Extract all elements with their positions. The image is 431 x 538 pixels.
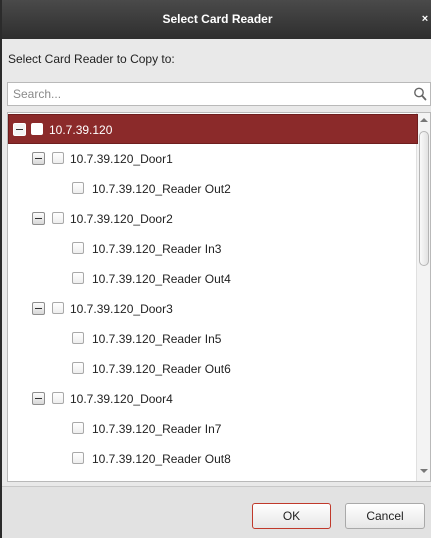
copy-to-prompt: Select Card Reader to Copy to:: [8, 52, 175, 66]
tree-node-label: 10.7.39.120_Reader Out2: [92, 182, 231, 196]
tree-node-checkbox[interactable]: [72, 332, 84, 344]
collapse-toggle-icon[interactable]: [32, 302, 45, 315]
tree-node-door[interactable]: 10.7.39.120_Door3: [8, 294, 418, 324]
tree-node-label: 10.7.39.120_Reader Out8: [92, 452, 231, 466]
scroll-down-arrow-icon[interactable]: [420, 469, 428, 473]
scroll-up-arrow-icon[interactable]: [420, 118, 428, 122]
collapse-toggle-icon[interactable]: [32, 392, 45, 405]
tree-node-checkbox[interactable]: [72, 182, 84, 194]
tree-node-checkbox[interactable]: [72, 422, 84, 434]
tree-node-reader[interactable]: 10.7.39.120_Reader Out8: [8, 444, 418, 474]
tree-node-checkbox[interactable]: [72, 242, 84, 254]
tree-node-label: 10.7.39.120_Reader In7: [92, 422, 222, 436]
tree-node-reader[interactable]: 10.7.39.120_Reader Out6: [8, 354, 418, 384]
tree-node-label: 10.7.39.120_Reader Out6: [92, 362, 231, 376]
vertical-scrollbar[interactable]: [416, 113, 430, 481]
tree-node-checkbox[interactable]: [52, 152, 64, 164]
cancel-button[interactable]: Cancel: [345, 503, 425, 529]
search-input[interactable]: [8, 83, 410, 105]
search-icon[interactable]: [412, 86, 428, 102]
tree-node-label: 10.7.39.120_Door4: [70, 392, 173, 406]
scrollbar-thumb[interactable]: [419, 131, 429, 266]
tree-node-label: 10.7.39.120_Reader In3: [92, 242, 222, 256]
tree-node-reader[interactable]: 10.7.39.120_Reader In3: [8, 234, 418, 264]
dialog-title: Select Card Reader: [162, 12, 273, 26]
tree-node-reader[interactable]: 10.7.39.120_Reader Out4: [8, 264, 418, 294]
tree-node-door[interactable]: 10.7.39.120_Door1: [8, 144, 418, 174]
title-bar[interactable]: Select Card Reader ×: [2, 0, 431, 39]
select-card-reader-dialog: Select Card Reader × Select Card Reader …: [0, 0, 431, 538]
tree-node-door[interactable]: 10.7.39.120_Door4: [8, 384, 418, 414]
card-reader-tree: 10.7.39.120 10.7.39.120_Door1 10.7.39.120_…: [7, 112, 431, 482]
tree-node-device[interactable]: 10.7.39.120: [8, 114, 418, 144]
search-box: [7, 82, 431, 106]
tree-node-checkbox[interactable]: [52, 302, 64, 314]
tree-node-reader[interactable]: 10.7.39.120_Reader In7: [8, 414, 418, 444]
tree-node-label: 10.7.39.120_Door3: [70, 302, 173, 316]
collapse-toggle-icon[interactable]: [32, 152, 45, 165]
tree-node-reader[interactable]: 10.7.39.120_Reader In5: [8, 324, 418, 354]
tree-node-checkbox[interactable]: [72, 362, 84, 374]
tree-node-door[interactable]: 10.7.39.120_Door2: [8, 204, 418, 234]
tree-node-checkbox[interactable]: [72, 452, 84, 464]
tree-node-checkbox[interactable]: [52, 212, 64, 224]
tree-node-reader[interactable]: 10.7.39.120_Reader Out2: [8, 174, 418, 204]
tree-node-label: 10.7.39.120_Reader Out4: [92, 272, 231, 286]
collapse-toggle-icon[interactable]: [32, 212, 45, 225]
tree-node-checkbox[interactable]: [52, 392, 64, 404]
tree-node-label: 10.7.39.120: [49, 123, 113, 137]
tree-node-label: 10.7.39.120_Door2: [70, 212, 173, 226]
close-icon[interactable]: ×: [419, 12, 431, 26]
tree-node-checkbox[interactable]: [72, 272, 84, 284]
collapse-toggle-icon[interactable]: [13, 123, 26, 136]
ok-button[interactable]: OK: [252, 503, 331, 529]
tree-node-label: 10.7.39.120_Reader In5: [92, 332, 222, 346]
tree-node-checkbox[interactable]: [31, 123, 43, 135]
tree-node-label: 10.7.39.120_Door1: [70, 152, 173, 166]
dialog-footer: OK Cancel: [2, 486, 431, 538]
